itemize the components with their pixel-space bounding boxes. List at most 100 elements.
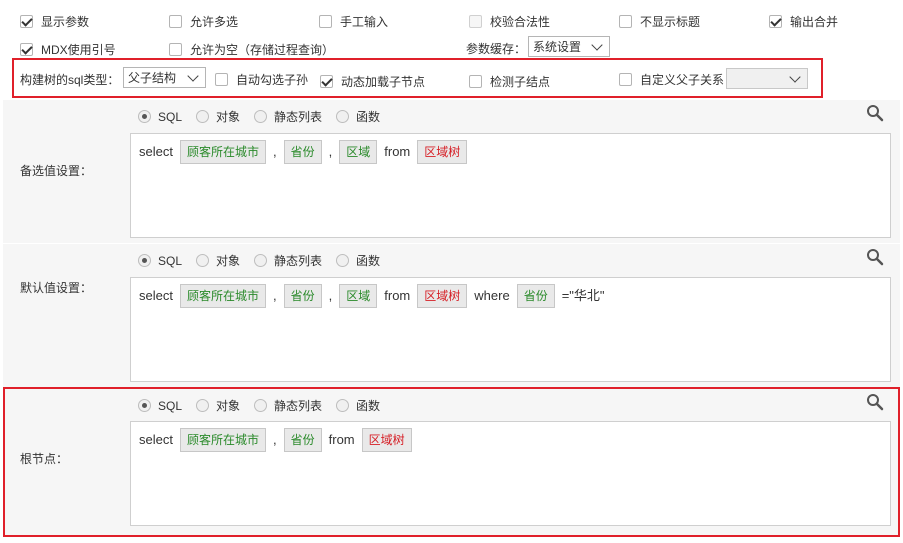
sql-table-token[interactable]: 区域树	[417, 284, 468, 308]
validate-checkbox	[469, 15, 482, 28]
search-icon[interactable]	[866, 104, 884, 122]
sql-field-token[interactable]: 区域	[339, 140, 378, 164]
search-icon[interactable]	[866, 393, 884, 411]
radio-object[interactable]: 对象	[196, 397, 240, 414]
radio-static-list-dot[interactable]	[254, 110, 268, 123]
sql-field-token[interactable]: 顾客所在城市	[179, 140, 266, 164]
mdx-quote-option[interactable]: MDX使用引号	[20, 41, 116, 58]
tree-type-value: 父子结构	[128, 71, 177, 85]
mdx-quote-label: MDX使用引号	[41, 43, 116, 57]
radio-object[interactable]: 对象	[196, 108, 240, 125]
custom-relation-option[interactable]: 自定义父子关系	[619, 71, 724, 88]
sql-table-token[interactable]: 区域树	[361, 428, 412, 452]
radio-function-label: 函数	[356, 110, 381, 124]
candidate-label: 备选值设置：	[20, 164, 93, 178]
radio-sql-label: SQL	[158, 253, 183, 268]
radio-object[interactable]: 对象	[196, 252, 240, 269]
chevron-down-icon	[187, 69, 199, 82]
auto-check-label: 自动勾选子孙	[236, 73, 309, 87]
mdx-quote-checkbox[interactable]	[20, 43, 33, 56]
root-node-label: 根节点：	[20, 452, 69, 466]
sql-field-token[interactable]: 顾客所在城市	[179, 284, 266, 308]
allow-multi-option[interactable]: 允许多选	[169, 13, 238, 30]
tree-type-select[interactable]: 父子结构	[123, 67, 206, 88]
root-source-radios: SQL 对象 静态列表 函数	[138, 397, 380, 414]
allow-multi-checkbox[interactable]	[169, 15, 182, 28]
sql-table-token[interactable]: 区域树	[417, 140, 468, 164]
default-sql-editor[interactable]: select 顾客所在城市, 省份, 区域 from 区域树 where 省份 ="华北"	[130, 277, 891, 382]
manual-input-option[interactable]: 手工输入	[319, 13, 388, 30]
sql-field-token[interactable]: 省份	[283, 428, 322, 452]
radio-static-list-label: 静态列表	[274, 399, 323, 413]
detect-leaf-option[interactable]: 检测子结点	[469, 73, 550, 90]
detect-leaf-label: 检测子结点	[490, 75, 551, 89]
output-merge-checkbox[interactable]	[769, 15, 782, 28]
auto-check-option[interactable]: 自动勾选子孙	[215, 71, 308, 88]
search-icon[interactable]	[866, 248, 884, 266]
radio-sql-dot[interactable]	[138, 110, 151, 123]
tree-type-label: 构建树的sql类型：	[20, 73, 120, 87]
hide-title-option[interactable]: 不显示标题	[619, 13, 700, 30]
param-cache-value: 系统设置	[533, 40, 582, 54]
radio-function[interactable]: 函数	[336, 108, 380, 125]
radio-sql[interactable]: SQL	[138, 254, 182, 268]
sql-keyword: ="华北"	[561, 288, 605, 303]
radio-sql[interactable]: SQL	[138, 110, 182, 124]
radio-sql-label: SQL	[158, 398, 183, 413]
sql-field-token[interactable]: 省份	[516, 284, 555, 308]
radio-function[interactable]: 函数	[336, 397, 380, 414]
radio-object-dot[interactable]	[196, 110, 210, 123]
sql-keyword: select	[139, 144, 173, 159]
radio-sql-dot[interactable]	[138, 399, 151, 412]
allow-empty-option[interactable]: 允许为空（存储过程查询）	[169, 41, 334, 58]
manual-input-label: 手工输入	[340, 15, 389, 29]
chevron-down-icon	[591, 38, 603, 51]
show-param-checkbox[interactable]	[20, 15, 33, 28]
candidate-sql-editor[interactable]: select 顾客所在城市, 省份, 区域 from 区域树	[130, 133, 891, 238]
sql-field-token[interactable]: 顾客所在城市	[179, 428, 266, 452]
auto-check-checkbox[interactable]	[215, 73, 228, 86]
sql-keyword: where	[474, 288, 510, 303]
radio-static-list[interactable]: 静态列表	[254, 108, 322, 125]
sql-keyword: ,	[328, 144, 333, 159]
radio-object-dot[interactable]	[196, 254, 210, 267]
sql-keyword: ,	[272, 144, 277, 159]
custom-relation-checkbox[interactable]	[619, 73, 632, 86]
radio-static-list-dot[interactable]	[254, 399, 268, 412]
radio-static-list-label: 静态列表	[274, 254, 323, 268]
allow-empty-checkbox[interactable]	[169, 43, 182, 56]
dynamic-load-checkbox[interactable]	[320, 75, 333, 88]
output-merge-option[interactable]: 输出合并	[769, 13, 838, 30]
sql-field-token[interactable]: 省份	[283, 284, 322, 308]
radio-object-label: 对象	[216, 254, 241, 268]
dynamic-load-label: 动态加载子节点	[341, 75, 426, 89]
detect-leaf-checkbox[interactable]	[469, 75, 482, 88]
hide-title-label: 不显示标题	[640, 15, 701, 29]
manual-input-checkbox[interactable]	[319, 15, 332, 28]
root-sql-editor[interactable]: select 顾客所在城市, 省份 from 区域树	[130, 421, 891, 526]
radio-object-dot[interactable]	[196, 399, 210, 412]
radio-static-list-dot[interactable]	[254, 254, 268, 267]
radio-function-dot[interactable]	[336, 254, 350, 267]
radio-function-dot[interactable]	[336, 399, 350, 412]
radio-static-list[interactable]: 静态列表	[254, 252, 322, 269]
show-param-option[interactable]: 显示参数	[20, 13, 89, 30]
radio-static-list[interactable]: 静态列表	[254, 397, 322, 414]
radio-function-dot[interactable]	[336, 110, 350, 123]
validate-option: 校验合法性	[469, 13, 550, 30]
hide-title-checkbox[interactable]	[619, 15, 632, 28]
sql-field-token[interactable]: 省份	[283, 140, 322, 164]
allow-multi-label: 允许多选	[190, 15, 239, 29]
sql-field-token[interactable]: 区域	[339, 284, 378, 308]
custom-relation-label: 自定义父子关系	[640, 73, 725, 87]
radio-sql-dot[interactable]	[138, 254, 151, 267]
output-merge-label: 输出合并	[790, 15, 839, 29]
radio-function[interactable]: 函数	[336, 252, 380, 269]
default-source-radios: SQL 对象 静态列表 函数	[138, 252, 380, 269]
param-cache-label: 参数缓存：	[466, 42, 527, 56]
radio-sql[interactable]: SQL	[138, 399, 182, 413]
dynamic-load-option[interactable]: 动态加载子节点	[320, 73, 425, 90]
param-cache-select[interactable]: 系统设置	[528, 36, 610, 57]
show-param-label: 显示参数	[41, 15, 90, 29]
custom-relation-select[interactable]	[726, 68, 808, 89]
